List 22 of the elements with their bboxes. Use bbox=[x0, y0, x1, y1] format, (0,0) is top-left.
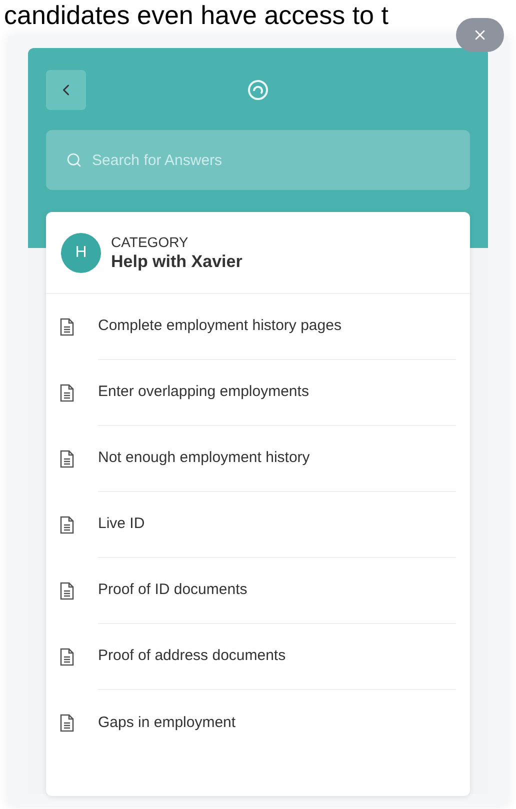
article-item[interactable]: Proof of ID documents bbox=[46, 558, 470, 624]
close-button[interactable] bbox=[456, 18, 504, 52]
article-item[interactable]: Proof of address documents bbox=[46, 624, 470, 690]
article-item[interactable]: Not enough employment history bbox=[46, 426, 470, 492]
category-avatar: H bbox=[61, 232, 101, 272]
article-item[interactable]: Complete employment history pages bbox=[46, 294, 470, 360]
document-icon bbox=[60, 516, 74, 534]
article-item[interactable]: Live ID bbox=[46, 492, 470, 558]
document-icon bbox=[60, 582, 74, 600]
article-item[interactable]: Enter overlapping employments bbox=[46, 360, 470, 426]
document-icon bbox=[60, 714, 74, 732]
search-icon bbox=[66, 152, 82, 168]
background-page-text: candidates even have access to t bbox=[3, 0, 390, 30]
search-field[interactable]: Search for Answers bbox=[46, 130, 470, 190]
category-label: CATEGORY bbox=[111, 232, 190, 250]
category-title: Help with Xavier bbox=[111, 250, 242, 272]
document-icon bbox=[60, 450, 74, 468]
document-icon bbox=[60, 648, 74, 666]
document-icon bbox=[60, 318, 74, 336]
document-icon bbox=[60, 384, 74, 402]
logo-icon bbox=[247, 79, 269, 101]
article-item[interactable]: Gaps in employment bbox=[46, 690, 470, 756]
